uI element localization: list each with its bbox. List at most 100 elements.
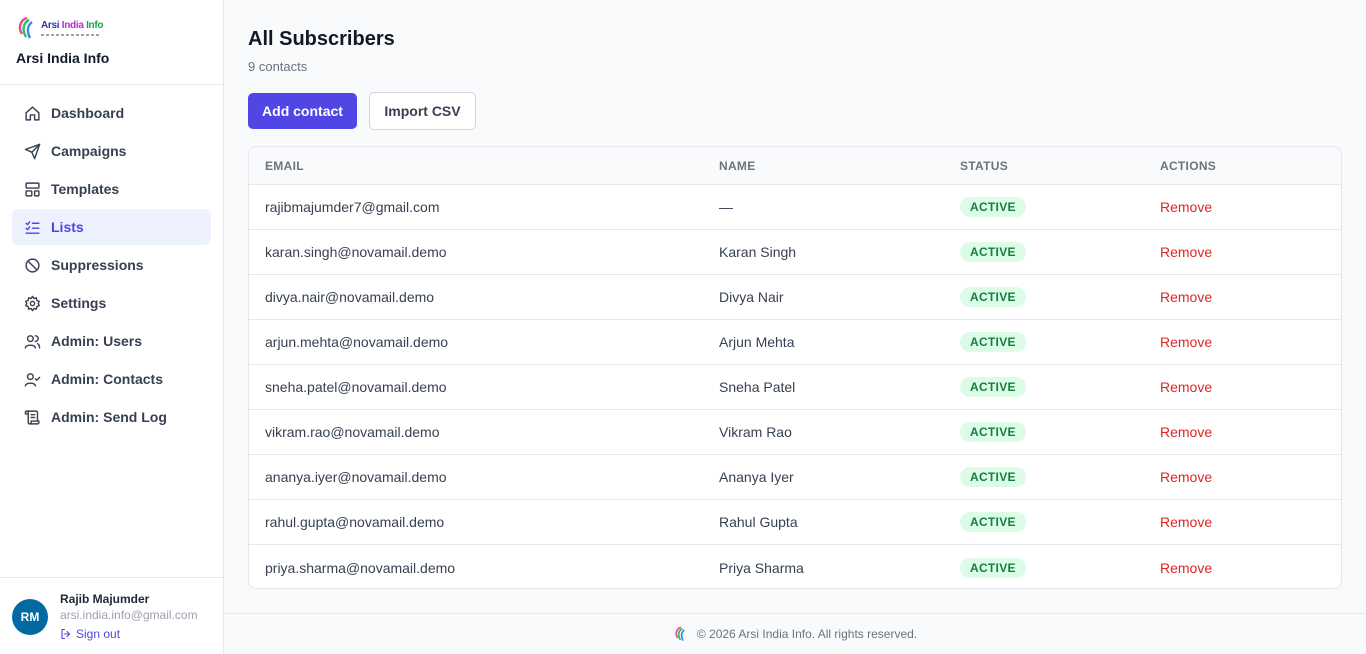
status-badge: ACTIVE: [960, 332, 1026, 352]
remove-link[interactable]: Remove: [1160, 289, 1212, 305]
sidebar-item-label: Settings: [51, 295, 107, 311]
sidebar-item-admin-contacts[interactable]: Admin: Contacts: [12, 361, 211, 397]
cell-email: sneha.patel@novamail.demo: [265, 379, 447, 395]
table-row: rahul.gupta@novamail.demo Rahul Gupta AC…: [249, 500, 1341, 545]
table-row: priya.sharma@novamail.demo Priya Sharma …: [249, 545, 1341, 588]
table-row: rajibmajumder7@gmail.com — ACTIVE Remove: [249, 185, 1341, 230]
remove-link[interactable]: Remove: [1160, 469, 1212, 485]
users-icon: [24, 333, 41, 350]
cell-email: priya.sharma@novamail.demo: [265, 559, 456, 576]
cell-name: Arjun Mehta: [719, 334, 795, 350]
column-header-status: STATUS: [960, 158, 1009, 173]
footer-logo-icon: [675, 626, 685, 642]
cell-name: Vikram Rao: [719, 424, 792, 440]
table-header: EMAIL NAME STATUS ACTIONS: [249, 147, 1341, 185]
status-badge: ACTIVE: [960, 377, 1026, 397]
cell-email: vikram.rao@novamail.demo: [265, 424, 440, 440]
remove-link[interactable]: Remove: [1160, 560, 1212, 576]
sidebar-item-admin-users[interactable]: Admin: Users: [12, 323, 211, 359]
avatar[interactable]: RM: [12, 599, 48, 635]
cell-name: Karan Singh: [719, 244, 797, 260]
status-badge: ACTIVE: [960, 242, 1026, 262]
subscribers-table: EMAIL NAME STATUS ACTIONS rajibmajumder7…: [248, 146, 1342, 589]
user-panel: RM Rajib Majumder arsi.india.info@gmail.…: [0, 577, 223, 654]
sidebar-item-campaigns[interactable]: Campaigns: [12, 133, 211, 169]
sidebar-item-suppressions[interactable]: Suppressions: [12, 247, 211, 283]
status-badge: ACTIVE: [960, 467, 1026, 487]
sidebar-item-label: Lists: [51, 219, 84, 235]
status-badge: ACTIVE: [960, 287, 1026, 307]
cell-email: divya.nair@novamail.demo: [265, 289, 435, 305]
table-row: divya.nair@novamail.demo Divya Nair ACTI…: [249, 275, 1341, 320]
remove-link[interactable]: Remove: [1160, 514, 1212, 530]
user-name: Rajib Majumder: [60, 592, 150, 606]
footer-copyright: © 2026 Arsi India Info. All rights reser…: [696, 627, 918, 641]
cell-name: Priya Sharma: [719, 559, 804, 576]
sidebar-item-label: Admin: Contacts: [51, 371, 163, 387]
sidebar-item-label: Admin: Send Log: [51, 409, 167, 425]
cell-email: rahul.gupta@novamail.demo: [265, 514, 445, 530]
sidebar-item-label: Campaigns: [51, 143, 127, 159]
status-badge: ACTIVE: [960, 422, 1026, 442]
sign-out-label: Sign out: [76, 627, 121, 641]
sidebar-item-dashboard[interactable]: Dashboard: [12, 95, 211, 131]
logo-tagline: [41, 33, 99, 36]
send-icon: [24, 143, 41, 160]
table-row: ananya.iyer@novamail.demo Ananya Iyer AC…: [249, 455, 1341, 500]
cell-email: arjun.mehta@novamail.demo: [265, 334, 449, 350]
cell-name: Sneha Patel: [719, 379, 796, 395]
status-badge: ACTIVE: [960, 512, 1026, 532]
cell-email: ananya.iyer@novamail.demo: [265, 469, 447, 485]
remove-link[interactable]: Remove: [1160, 244, 1212, 260]
sidebar-item-label: Templates: [51, 181, 120, 197]
sign-out-icon: [61, 628, 71, 640]
logo-wordmark: Arsi India Info: [41, 19, 104, 31]
add-contact-button[interactable]: Add contact: [248, 93, 357, 129]
table-row: sneha.patel@novamail.demo Sneha Patel AC…: [249, 365, 1341, 410]
sidebar-item-label: Dashboard: [51, 105, 125, 121]
user-check-icon: [24, 371, 41, 388]
user-email: arsi.india.info@gmail.com: [60, 608, 198, 622]
cell-name: Rahul Gupta: [719, 514, 798, 530]
contact-count: 9 contacts: [248, 59, 308, 74]
cell-name: —: [719, 199, 733, 215]
sign-out-link[interactable]: Sign out: [60, 628, 198, 640]
sidebar-item-settings[interactable]: Settings: [12, 285, 211, 321]
status-badge: ACTIVE: [960, 557, 1026, 578]
home-icon: [24, 105, 41, 122]
sidebar-item-label: Admin: Users: [51, 333, 143, 349]
remove-link[interactable]: Remove: [1160, 424, 1212, 440]
cell-name: Divya Nair: [719, 289, 784, 305]
table-row: vikram.rao@novamail.demo Vikram Rao ACTI…: [249, 410, 1341, 455]
brand-header: Arsi India Info Arsi India Info: [0, 0, 223, 85]
sidebar-item-lists[interactable]: Lists: [12, 209, 211, 245]
logo-swirl-icon: [18, 16, 33, 39]
brand-name: Arsi India Info: [16, 50, 110, 66]
footer: © 2026 Arsi India Info. All rights reser…: [224, 613, 1366, 654]
table-row: arjun.mehta@novamail.demo Arjun Mehta AC…: [249, 320, 1341, 365]
sidebar-item-admin-send-log[interactable]: Admin: Send Log: [12, 399, 211, 435]
cell-email: rajibmajumder7@gmail.com: [265, 199, 440, 215]
layout-icon: [24, 181, 41, 198]
sidebar: Arsi India Info Arsi India Info Dashboar…: [0, 0, 224, 654]
gear-icon: [24, 295, 41, 312]
column-header-name: NAME: [719, 158, 756, 173]
ban-icon: [24, 257, 41, 274]
sidebar-nav: Dashboard Campaigns Templates Lists Supp…: [0, 85, 223, 447]
page-title: All Subscribers: [248, 28, 395, 50]
remove-link[interactable]: Remove: [1160, 334, 1212, 350]
list-check-icon: [24, 219, 41, 236]
status-badge: ACTIVE: [960, 197, 1026, 217]
column-header-actions: ACTIONS: [1160, 158, 1217, 173]
main-content: All Subscribers 9 contacts Add contact I…: [224, 0, 1366, 654]
cell-name: Ananya Iyer: [719, 469, 794, 485]
cell-email: karan.singh@novamail.demo: [265, 244, 447, 260]
sidebar-item-label: Suppressions: [51, 257, 144, 273]
column-header-email: EMAIL: [265, 158, 304, 173]
brand-logo[interactable]: Arsi India Info: [16, 16, 207, 40]
sidebar-item-templates[interactable]: Templates: [12, 171, 211, 207]
remove-link[interactable]: Remove: [1160, 379, 1212, 395]
scroll-icon: [24, 409, 41, 426]
remove-link[interactable]: Remove: [1160, 199, 1212, 215]
import-csv-button[interactable]: Import CSV: [369, 92, 476, 130]
